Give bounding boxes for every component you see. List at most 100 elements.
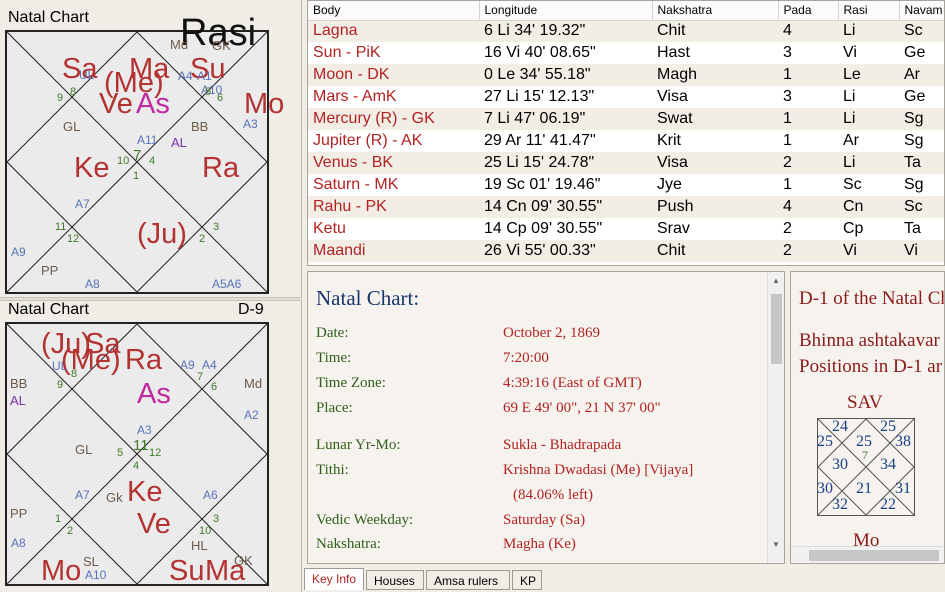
nakshatra-cell: Chit: [652, 20, 778, 42]
table-row[interactable]: Venus - BK 25 Li 15' 24.78" Visa 2 Li Ta: [308, 152, 944, 174]
sav-value: 7: [862, 448, 868, 462]
table-row[interactable]: Maandi 26 Vi 55' 00.33" Chit 2 Vi Vi: [308, 240, 944, 262]
navamsa-cell: Ta: [904, 220, 921, 237]
planet-as[interactable]: As: [136, 90, 170, 119]
planet-su[interactable]: Su: [169, 557, 204, 586]
sav-value: 34: [880, 456, 896, 473]
rasi-cell: Sc: [843, 176, 862, 193]
pp-label: PP: [41, 263, 59, 278]
table-row[interactable]: Ketu 14 Cp 09' 30.55" Srav 2 Cp Ta: [308, 218, 944, 240]
rasi-chart-title: Natal Chart: [8, 9, 89, 26]
rasi-chart[interactable]: Rasi Md GK Sa UL (Me) Ma Su A4 A1 A10 Ve…: [5, 14, 284, 294]
house-num: 3: [213, 513, 220, 525]
navamsa-cell: Sg: [904, 132, 924, 149]
pada-cell: 4: [778, 196, 838, 218]
sav-value: 21: [856, 480, 872, 497]
longitude-cell: 26 Vi 55' 00.33": [479, 240, 652, 262]
planet-ra[interactable]: Ra: [202, 154, 239, 183]
house-num: 11: [133, 437, 149, 454]
planet-mo[interactable]: Mo: [244, 90, 284, 119]
a6-label: A6: [203, 488, 218, 502]
scroll-up-icon[interactable]: ▲: [772, 276, 780, 285]
chart-panel: Natal Chart Rasi Md GK Sa UL (Me) Ma Su …: [0, 0, 302, 592]
nakshatra-cell: Chit: [652, 240, 778, 262]
navamsa-cell: Sc: [899, 196, 944, 218]
nakshatra-cell: Swat: [652, 108, 778, 130]
ashtakavarga-pane[interactable]: D-1 of the Natal Ch Bhinna ashtakavar Po…: [790, 271, 945, 564]
rasi-cell: Li: [838, 152, 899, 174]
nakshatra-label: Nakshatra:: [316, 536, 381, 552]
ashtaka-line2: Positions in D-1 ar: [799, 356, 943, 377]
planet-ve[interactable]: Ve: [99, 90, 133, 119]
a2-label: A2: [244, 408, 259, 422]
col-header-nakshatra[interactable]: Nakshatra: [652, 1, 779, 21]
sav-chart[interactable]: 24 25 25 25 38 7 30 34 30 21 31 32 22: [817, 418, 915, 516]
planet-ke[interactable]: Ke: [127, 478, 162, 507]
ashtaka-hscrollbar[interactable]: [791, 546, 944, 563]
col-header-longitude[interactable]: Longitude: [479, 1, 653, 21]
tab-houses[interactable]: Houses: [366, 570, 424, 590]
nakshatra-cell: Hast: [657, 44, 690, 61]
lunar-label: Lunar Yr-Mo:: [316, 437, 401, 453]
hscroll-thumb[interactable]: [809, 550, 939, 561]
col-header-pada[interactable]: Pada: [778, 1, 839, 21]
scroll-thumb[interactable]: [771, 294, 782, 364]
planet-table[interactable]: Body Longitude Nakshatra Pada Rasi Navam…: [307, 0, 945, 266]
col-header-body[interactable]: Body: [308, 1, 480, 21]
tab-amsa-rulers[interactable]: Amsa rulers: [426, 570, 510, 590]
hl-label: HL: [191, 538, 208, 553]
planet-me[interactable]: (Me): [61, 346, 121, 375]
key-info-pane[interactable]: Natal Chart: Date: October 2, 1869 Time:…: [307, 271, 785, 564]
table-row[interactable]: Moon - DK 0 Le 34' 55.18" Magh 1 Le Ar: [308, 64, 944, 86]
body-cell: Maandi: [308, 240, 479, 262]
planet-mo[interactable]: Mo: [41, 557, 81, 586]
gk-label: GK: [212, 38, 231, 53]
planet-ju[interactable]: (Ju): [137, 220, 187, 249]
md-label: Md: [244, 376, 263, 391]
planet-as[interactable]: As: [137, 380, 171, 409]
a5a6-label: A5A6: [212, 277, 242, 291]
house-num: 1: [55, 513, 62, 525]
longitude-cell: 14 Cn 09' 30.55": [479, 196, 652, 218]
sav-value: 38: [895, 433, 911, 450]
navamsa-chart[interactable]: (Ju) Sa (Me) UL Ra A9 A4 8 7 9 6 Md BB A…: [5, 322, 269, 586]
tithi-label: Tithi:: [316, 462, 349, 478]
navamsa-cell: Vi: [899, 240, 944, 262]
table-row[interactable]: Mercury (R) - GK 7 Li 47' 06.19" Swat 1 Li Sg: [308, 108, 944, 130]
table-row[interactable]: Rahu - PK 14 Cn 09' 30.55" Push 4 Cn Sc: [308, 196, 944, 218]
planet-ma[interactable]: Ma: [129, 55, 169, 84]
nakshatra-cell: Jye: [657, 176, 682, 193]
bb-label: BB: [191, 119, 209, 134]
longitude-cell: 14 Cp 09' 30.55": [484, 220, 603, 237]
pada-cell: 1: [783, 132, 792, 149]
planet-ma[interactable]: Ma: [205, 557, 245, 586]
navamsa-cell: Sc: [899, 20, 944, 42]
body-cell: Venus - BK: [308, 152, 479, 174]
table-row[interactable]: Jupiter (R) - AK 29 Ar 11' 41.47" Krit 1 Ar S…: [308, 130, 944, 152]
pp-label: PP: [10, 506, 28, 521]
tab-kp[interactable]: KP: [512, 570, 542, 590]
nakshatra-cell: Visa: [652, 152, 778, 174]
col-header-rasi[interactable]: Rasi: [838, 1, 900, 21]
navamsa-chart-label: D-9: [238, 301, 264, 318]
house-num: 7: [197, 371, 204, 383]
longitude-cell: 29 Ar 11' 41.47": [484, 132, 596, 149]
table-row[interactable]: Sun - PiK 16 Vi 40' 08.65" Hast 3 Vi Ge: [308, 42, 944, 64]
al-label: AL: [10, 393, 26, 408]
planet-ra[interactable]: Ra: [125, 346, 162, 375]
a7-label: A7: [75, 488, 90, 502]
col-header-navamsa[interactable]: Navam: [899, 1, 944, 21]
house-num: 4: [149, 155, 156, 167]
table-row[interactable]: Lagna 6 Li 34' 19.32" Chit 4 Li Sc: [308, 20, 944, 42]
table-row[interactable]: Mars - AmK 27 Li 15' 12.13" Visa 3 Li Ge: [308, 86, 944, 108]
tab-key-info[interactable]: Key Info: [304, 568, 364, 590]
sav-value: 24: [832, 418, 848, 435]
ashtaka-heading: D-1 of the Natal Ch: [799, 288, 945, 309]
planet-ve[interactable]: Ve: [137, 510, 171, 539]
scroll-down-icon[interactable]: ▼: [772, 540, 780, 549]
body-cell: Mars - AmK: [313, 88, 397, 105]
info-scrollbar[interactable]: ▲ ▼: [767, 272, 784, 563]
table-row[interactable]: Saturn - MK 19 Sc 01' 19.46" Jye 1 Sc Sg: [308, 174, 944, 196]
planet-ke[interactable]: Ke: [74, 154, 109, 183]
house-num: 5: [205, 86, 212, 98]
